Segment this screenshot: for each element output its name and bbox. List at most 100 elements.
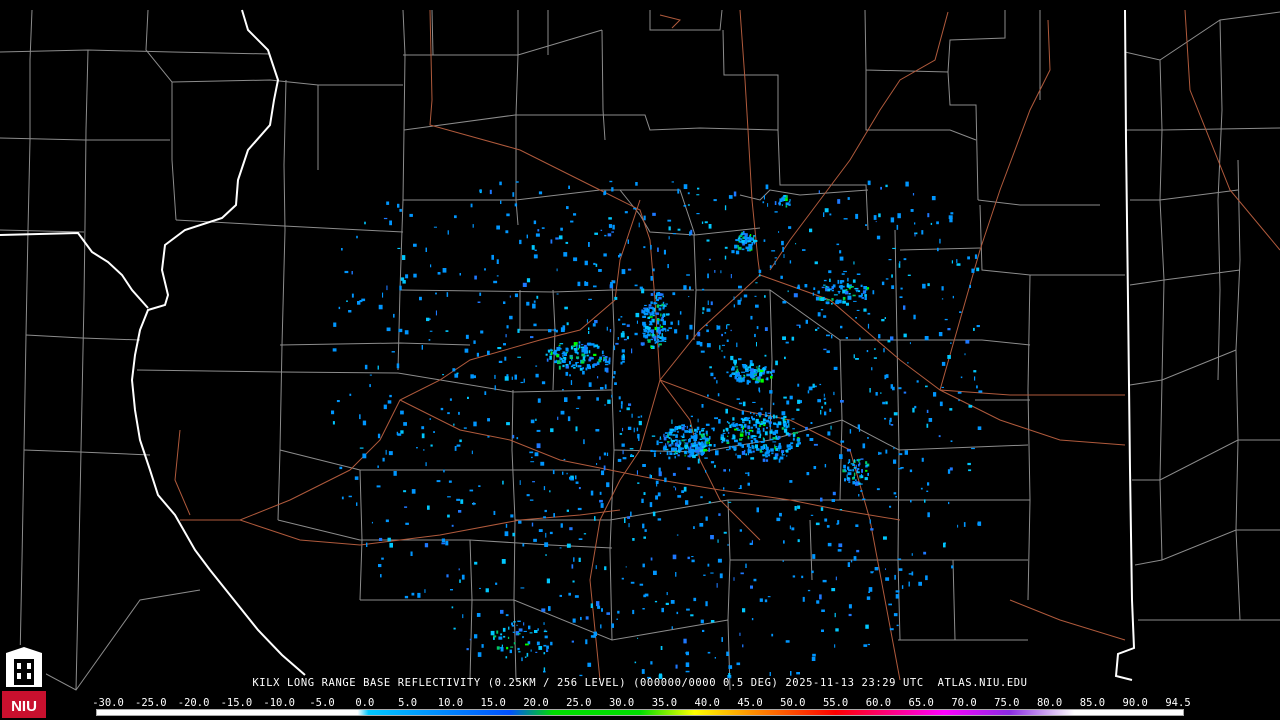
echo-speck: [771, 452, 774, 455]
echo-speck: [520, 587, 525, 589]
echo-speck: [786, 455, 788, 457]
echo-speck: [855, 479, 857, 482]
echo-speck: [675, 487, 677, 491]
echo-speck: [812, 292, 815, 296]
echo-speck: [521, 657, 523, 662]
echo-speck: [820, 410, 822, 415]
echo-speck: [642, 332, 646, 334]
echo-speck: [847, 296, 849, 300]
echo-speck: [505, 614, 509, 617]
echo-speck: [808, 386, 813, 391]
echo-speck: [622, 427, 624, 432]
echo-speck: [332, 348, 337, 352]
echo-speck: [534, 249, 537, 251]
echo-speck: [762, 458, 766, 462]
scale-tick-label: 50.0: [780, 697, 806, 709]
echo-speck: [856, 309, 860, 311]
echo-speck: [734, 439, 738, 443]
echo-speck: [603, 465, 606, 471]
echo-speck: [578, 487, 581, 490]
echo-speck: [861, 293, 863, 297]
echo-speck: [506, 213, 510, 217]
echo-speck: [535, 418, 537, 421]
echo-speck: [613, 371, 616, 375]
echo-speck: [708, 501, 711, 504]
echo-speck: [500, 648, 504, 652]
echo-speck: [683, 184, 688, 189]
echo-speck: [893, 492, 897, 495]
echo-speck: [746, 443, 750, 448]
echo-speck: [678, 425, 682, 430]
echo-speck: [846, 302, 849, 306]
echo-speck: [587, 365, 591, 370]
echo-speck: [856, 471, 860, 474]
echo-speck: [516, 437, 519, 440]
echo-speck: [668, 226, 671, 231]
echo-speck: [572, 580, 575, 583]
echo-speck: [651, 435, 656, 437]
echo-speck: [619, 410, 621, 412]
echo-speck: [897, 558, 902, 560]
echo-speck: [522, 282, 527, 287]
echo-speck: [690, 415, 693, 418]
echo-speck: [774, 201, 777, 205]
echo-speck: [636, 470, 638, 475]
echo-speck: [683, 439, 687, 441]
echo-speck: [742, 231, 745, 235]
echo-speck: [504, 376, 509, 381]
echo-speck: [665, 435, 667, 437]
echo-speck: [823, 393, 825, 397]
echo-speck: [941, 386, 944, 388]
echo-speck: [752, 378, 755, 380]
echo-speck: [445, 330, 449, 332]
echo-speck: [785, 202, 790, 206]
echo-speck: [509, 295, 511, 298]
echo-speck: [643, 334, 646, 338]
scale-tick-label: 45.0: [737, 697, 763, 709]
echo-speck: [641, 669, 645, 674]
echo-speck: [585, 639, 588, 645]
echo-speck: [604, 356, 608, 359]
echo-speck: [701, 288, 705, 291]
echo-speck: [609, 329, 612, 333]
echo-speck: [500, 200, 502, 204]
echo-speck: [700, 452, 704, 455]
echo-speck: [943, 542, 946, 548]
echo-speck: [785, 198, 788, 202]
echo-speck: [846, 284, 850, 288]
echo-speck: [709, 366, 712, 369]
echo-speck: [601, 350, 604, 355]
echo-speck: [496, 259, 499, 264]
echo-speck: [588, 358, 592, 362]
scale-tick-label: -15.0: [220, 697, 253, 709]
echo-speck: [805, 319, 808, 324]
echo-speck: [590, 490, 594, 496]
echo-speck: [770, 375, 773, 379]
echo-speck: [501, 644, 503, 647]
echo-speck: [666, 592, 668, 596]
echo-speck: [696, 341, 701, 345]
echo-speck: [968, 404, 973, 408]
echo-speck: [836, 243, 840, 246]
echo-speck: [748, 437, 750, 440]
echo-speck: [826, 334, 830, 337]
echo-speck: [389, 542, 393, 548]
echo-speck: [824, 401, 827, 405]
echo-speck: [573, 213, 577, 216]
echo-speck: [870, 571, 874, 573]
echo-speck: [841, 273, 845, 275]
echo-speck: [658, 296, 662, 300]
echo-speck: [773, 456, 777, 460]
echo-speck: [692, 442, 694, 445]
echo-speck: [573, 348, 578, 351]
echo-speck: [336, 400, 340, 403]
echo-speck: [655, 312, 660, 315]
echo-speck: [562, 351, 566, 355]
echo-speck: [560, 410, 565, 415]
echo-speck: [651, 329, 654, 334]
echo-speck: [765, 446, 769, 450]
echo-speck: [852, 294, 856, 297]
echo-speck: [907, 362, 909, 364]
echo-speck: [657, 334, 660, 339]
echo-speck: [745, 472, 748, 474]
